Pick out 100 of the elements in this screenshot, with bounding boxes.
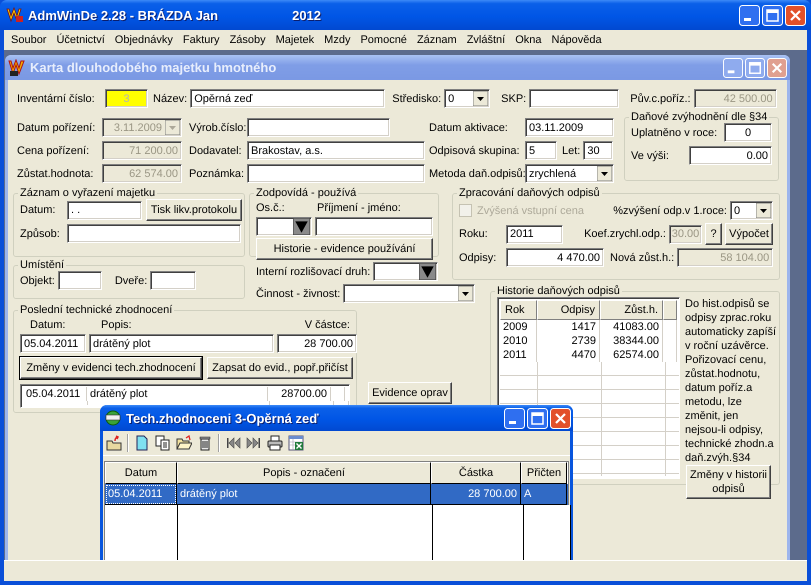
minimize-button[interactable] xyxy=(739,4,760,26)
print-icon[interactable] xyxy=(267,435,283,451)
menu-item[interactable]: Pomocné xyxy=(355,34,412,46)
print-button[interactable]: Tisk likv.protokolu xyxy=(146,199,242,221)
history-button[interactable]: Historie - evidence používání xyxy=(256,238,433,260)
window-title: AdmWinDe 2.28 - BRÁZDA Jan xyxy=(28,8,218,22)
field-label: Uplatněno v roce: xyxy=(631,126,718,140)
window-title: Karta dlouhodobého majetku hmotného xyxy=(30,60,276,75)
column-header[interactable]: Zůst.h. xyxy=(600,300,663,320)
help-button[interactable]: ? xyxy=(705,223,722,245)
checkbox-label: Zvýšená vstupní cena xyxy=(477,204,584,218)
menu-item[interactable]: Faktury xyxy=(178,34,225,46)
text-field[interactable]: Brakostav, a.s. xyxy=(247,141,425,160)
text-field[interactable] xyxy=(247,118,390,137)
combo-box[interactable] xyxy=(373,262,438,281)
text-field[interactable]: 5 xyxy=(525,141,557,160)
folder-arrow-icon[interactable] xyxy=(106,435,122,451)
dropdown-arrow-icon xyxy=(756,203,771,218)
column-header[interactable]: Popis - označení xyxy=(177,462,431,484)
combo-box[interactable] xyxy=(256,217,312,236)
combo-box[interactable]: 0 xyxy=(444,89,490,108)
column-header[interactable]: Částka xyxy=(431,462,521,484)
field-label: Popis: xyxy=(101,318,133,333)
text-field[interactable]: 0 xyxy=(724,123,772,142)
field-label: Činnost - živnost: xyxy=(256,286,340,302)
group-title: Daňové zvýhodnění dle §34 xyxy=(630,111,768,123)
combo-box[interactable] xyxy=(343,284,476,303)
column-header[interactable]: Datum xyxy=(105,462,177,484)
field-label: Ve výši: xyxy=(631,148,669,164)
action-button[interactable]: Zapsat do evid., popř.přičíst xyxy=(207,357,353,379)
text-field[interactable] xyxy=(315,217,433,236)
field-label: Metoda daň.odpisů: xyxy=(429,166,525,182)
field-label: Koef.zrychl.odp.: xyxy=(584,227,666,242)
history-changes-button[interactable]: Změny v historii odpisů xyxy=(686,465,771,499)
menu-item[interactable]: Objednávky xyxy=(110,34,178,46)
menu-item[interactable]: Účetnictví xyxy=(51,34,110,46)
text-field[interactable]: drátěný plot xyxy=(89,334,274,353)
group-title: Poslední technické zhodnocení xyxy=(19,304,174,316)
table-cell: 2009 xyxy=(500,320,537,334)
text-field[interactable] xyxy=(58,271,102,290)
first-record-icon[interactable] xyxy=(225,435,241,451)
action-button[interactable]: Změny v evidenci tech.zhodnocení xyxy=(20,357,202,379)
text-field[interactable]: 03.11.2009 xyxy=(525,118,614,137)
calculate-button[interactable]: Výpočet xyxy=(725,223,773,245)
menu-item[interactable]: Majetek xyxy=(270,34,320,46)
dropdown-arrow-icon xyxy=(458,286,474,301)
field-label: Os.č.: xyxy=(256,201,286,216)
text-field[interactable]: 4 470.00 xyxy=(506,248,604,267)
last-record-icon[interactable] xyxy=(246,435,262,451)
field-label: Datum aktivace: xyxy=(429,120,509,136)
combo-box[interactable]: zrychlená xyxy=(525,164,614,183)
menu-item[interactable]: Zvláštní xyxy=(462,34,510,46)
column-header[interactable]: Odpisy xyxy=(537,300,600,320)
field-label: Let: xyxy=(562,144,580,158)
field-label: Poznámka: xyxy=(189,166,246,182)
combo-box[interactable]: 0 xyxy=(730,201,773,220)
maximize-button[interactable] xyxy=(527,408,548,428)
minimize-button[interactable] xyxy=(504,408,525,428)
menu-item[interactable]: Záznam xyxy=(412,34,462,46)
copy-icon[interactable] xyxy=(155,435,171,451)
text-field[interactable]: 2011 xyxy=(506,224,563,244)
menu-item[interactable]: Nápověda xyxy=(546,34,607,46)
maximize-button[interactable] xyxy=(762,4,783,26)
open-folder-icon[interactable] xyxy=(176,435,192,451)
column-header[interactable]: Přičten xyxy=(521,462,567,484)
field-label: Středisko: xyxy=(392,92,442,106)
menu-item[interactable]: Zásoby xyxy=(224,34,271,46)
text-field[interactable]: 30 xyxy=(583,141,614,160)
field-label: V částce: xyxy=(304,318,350,333)
text-field[interactable]: 05.04.2011 xyxy=(20,334,86,353)
trash-icon[interactable] xyxy=(197,435,213,451)
new-document-icon[interactable] xyxy=(134,435,150,451)
field-label: Objekt: xyxy=(20,274,55,288)
text-field[interactable] xyxy=(150,271,196,290)
text-field[interactable]: Opěrná zeď xyxy=(190,89,386,108)
group-title: Zpracování daňových odpisů xyxy=(458,187,601,199)
table-cell: 05.04.2011 xyxy=(105,484,177,505)
field-label: %zvýšení odp.v 1.roce: xyxy=(613,204,727,218)
text-field[interactable]: 0.00 xyxy=(689,146,772,165)
spreadsheet-icon[interactable] xyxy=(288,435,304,451)
table-row[interactable]: 05.04.2011 drátěný plot 28 700.00 A xyxy=(105,484,568,505)
menu-item[interactable]: Mzdy xyxy=(319,34,356,46)
menu-item[interactable]: Okna xyxy=(510,34,546,46)
text-field[interactable] xyxy=(67,224,241,243)
menu-item[interactable]: Soubor xyxy=(6,34,52,46)
field-label: Roku: xyxy=(459,227,489,242)
field-label: Nová zůst.h.: xyxy=(610,250,674,266)
text-field[interactable] xyxy=(247,164,425,183)
text-field[interactable]: . . xyxy=(67,200,142,220)
close-button[interactable] xyxy=(550,408,571,428)
field-label: Odpisy: xyxy=(459,250,498,266)
text-field[interactable] xyxy=(529,89,620,108)
text-field[interactable]: 28 700.00 xyxy=(277,334,357,353)
repairs-button[interactable]: Evidence oprav xyxy=(368,382,452,404)
field-label: Interní rozlišovací druh: xyxy=(256,264,370,280)
table-cell: 41083.00 xyxy=(600,320,663,334)
column-header[interactable]: Rok xyxy=(500,300,537,320)
group-title: Záznam o vyřazení majetku xyxy=(19,187,156,199)
group-title: Historie daňových odpisů xyxy=(496,285,621,297)
close-button[interactable] xyxy=(785,4,806,26)
